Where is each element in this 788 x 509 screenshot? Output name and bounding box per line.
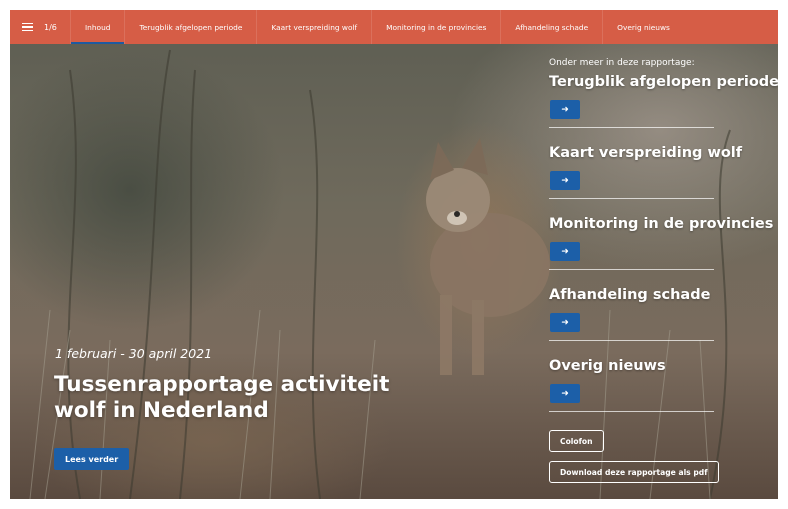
tab-terugblik[interactable]: Terugblik afgelopen periode [124,10,256,44]
contents-item-title[interactable]: Afhandeling schade [549,287,778,303]
contents-item: Monitoring in de provincies ➜ [549,216,778,287]
arrow-right-icon[interactable]: ➜ [550,313,580,332]
colofon-button[interactable]: Colofon [549,430,604,452]
tab-monitoring[interactable]: Monitoring in de provincies [371,10,500,44]
report-period: 1 februari - 30 april 2021 [55,346,213,361]
contents-item: Terugblik afgelopen periode ➜ [549,74,778,145]
tab-schade[interactable]: Afhandeling schade [500,10,602,44]
download-pdf-button[interactable]: Download deze rapportage als pdf [549,461,719,483]
arrow-right-icon[interactable]: ➜ [550,384,580,403]
contents-item-title[interactable]: Terugblik afgelopen periode [549,74,778,90]
contents-item-title[interactable]: Kaart verspreiding wolf [549,145,778,161]
contents-item-title[interactable]: Monitoring in de provincies [549,216,778,232]
contents-intro: Onder meer in deze rapportage: [549,58,695,68]
page-counter: 1/6 [44,22,57,32]
contents-item: Kaart verspreiding wolf ➜ [549,145,778,216]
top-navigation: 1/6 Inhoud Terugblik afgelopen periode K… [10,10,778,44]
arrow-right-icon[interactable]: ➜ [550,171,580,190]
divider [549,198,714,199]
read-more-button[interactable]: Lees verder [54,448,130,470]
contents-item: Overig nieuws ➜ [549,358,778,429]
tab-overig-nieuws[interactable]: Overig nieuws [602,10,684,44]
tab-inhoud[interactable]: Inhoud [70,10,125,44]
page-title: Tussenrapportage activiteit wolf in Nede… [54,372,390,423]
divider [549,411,714,412]
wolf-figure [426,138,550,375]
contents-panel: Onder meer in deze rapportage: Terugblik… [549,58,778,429]
menu-icon[interactable] [10,10,44,44]
arrow-right-icon[interactable]: ➜ [550,242,580,261]
divider [549,340,714,341]
tab-kaart[interactable]: Kaart verspreiding wolf [256,10,371,44]
contents-item: Afhandeling schade ➜ [549,287,778,358]
divider [549,127,714,128]
arrow-right-icon[interactable]: ➜ [550,100,580,119]
contents-item-title[interactable]: Overig nieuws [549,358,778,374]
divider [549,269,714,270]
report-frame: 1/6 Inhoud Terugblik afgelopen periode K… [10,10,778,499]
